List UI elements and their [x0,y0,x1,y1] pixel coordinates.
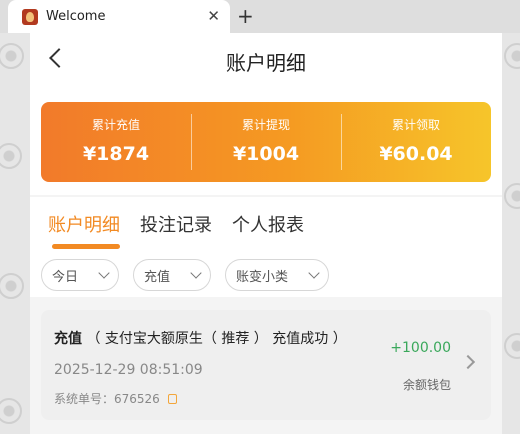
chevron-right-icon [460,354,476,370]
chevron-down-icon [98,266,110,279]
record-order-row: 系统单号：676526 [54,390,177,407]
record-title: 充值 （ 支付宝大额原生（ 推荐 ） 充值成功 ） [54,328,347,348]
record-amount: +100.00 [390,340,451,356]
browser-tab[interactable]: Welcome ✕ [8,0,230,33]
stat-total-withdraw: 累计提现 ¥1004 [191,102,341,182]
record-wallet: 余额钱包 [402,378,451,392]
chevron-down-icon [190,266,202,279]
filter-label: 今日 [52,269,79,285]
transaction-record[interactable]: 充值 （ 支付宝大额原生（ 推荐 ） 充值成功 ） 2025-12-29 08:… [41,310,491,420]
football-icon [504,333,520,359]
copy-icon[interactable] [167,393,177,404]
stat-label: 累计充值 [91,118,140,132]
subtype-filter-dropdown[interactable]: 账变小类 [225,259,330,291]
record-detail: （ 支付宝大额原生（ 推荐 ） 充值成功 ） [86,331,347,347]
football-icon [504,183,520,209]
date-filter-dropdown[interactable]: 今日 [41,259,120,291]
stat-value: ¥60.04 [379,143,453,165]
filter-label: 充值 [144,269,171,285]
record-type: 充值 [54,331,82,347]
close-tab-icon[interactable]: ✕ [207,7,220,25]
stat-value: ¥1004 [232,143,300,165]
page-header: 账户明细 [30,33,502,89]
football-icon [0,143,22,169]
football-icon [0,398,22,424]
background-left [0,33,30,434]
background-right [502,33,520,434]
tab-bet-records[interactable]: 投注记录 [140,211,212,237]
record-order-number: 系统单号：676526 [54,392,160,406]
account-details-page: 账户明细 累计充值 ¥1874 累计提现 ¥1004 累计领取 ¥60.04 账… [30,33,502,434]
filter-bar: 今日 充值 账变小类 [41,259,330,291]
stat-total-claimed: 累计领取 ¥60.04 [341,102,491,182]
football-icon [504,43,520,69]
football-icon [0,43,24,69]
type-filter-dropdown[interactable]: 充值 [133,259,212,291]
summary-section: 累计充值 ¥1874 累计提现 ¥1004 累计领取 ¥60.04 [30,89,502,195]
tab-account-details[interactable]: 账户明细 [48,211,120,249]
tab-bar: 账户明细 投注记录 个人报表 [48,211,304,249]
stat-value: ¥1874 [82,143,150,165]
stat-label: 累计领取 [391,118,440,132]
site-favicon-icon [22,8,38,25]
tabs-and-filters: 账户明细 投注记录 个人报表 今日 充值 账变小类 [30,197,502,297]
football-icon [0,273,24,299]
page-title: 账户明细 [226,51,306,75]
tab-personal-report[interactable]: 个人报表 [232,211,304,237]
stat-total-deposit: 累计充值 ¥1874 [41,102,191,182]
new-tab-icon[interactable]: + [237,4,254,28]
browser-tab-bar: Welcome ✕ + [0,0,520,33]
tab-title: Welcome [46,9,106,24]
record-datetime: 2025-12-29 08:51:09 [54,362,203,378]
filter-label: 账变小类 [236,269,289,285]
stat-label: 累计提现 [241,118,290,132]
chevron-down-icon [308,266,320,279]
summary-card: 累计充值 ¥1874 累计提现 ¥1004 累计领取 ¥60.04 [41,102,491,182]
